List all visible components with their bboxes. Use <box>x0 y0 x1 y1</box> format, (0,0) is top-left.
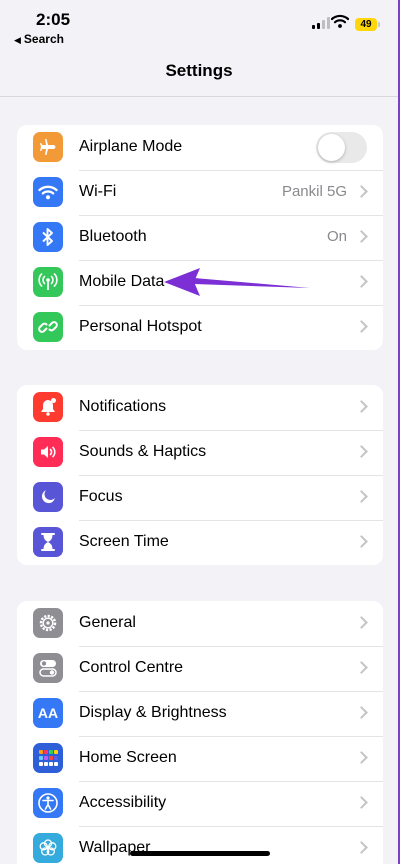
row-label: Airplane Mode <box>79 138 183 155</box>
chevron-right-icon <box>355 400 368 413</box>
bell-icon <box>33 392 63 422</box>
row-label: Mobile Data <box>79 273 165 290</box>
settings-row-focus[interactable]: Focus <box>17 475 383 520</box>
bluetooth-status-value: On <box>326 228 347 245</box>
back-to-search-link[interactable]: ◀ Search <box>14 32 64 46</box>
row-label: Home Screen <box>79 749 177 766</box>
wifi-status-icon <box>331 14 349 28</box>
row-label: Sounds & Haptics <box>79 443 207 460</box>
chevron-right-icon <box>355 661 368 674</box>
general-group: General Control Centre AA Display & Brig… <box>17 601 383 864</box>
settings-row-accessibility[interactable]: Accessibility <box>17 781 383 826</box>
annotation-arrow-icon <box>164 268 310 296</box>
back-label: Search <box>23 32 64 46</box>
bluetooth-icon <box>33 222 63 252</box>
settings-row-wifi[interactable]: Wi-Fi Pankil 5G <box>17 170 383 215</box>
battery-icon: 49 <box>355 18 380 31</box>
chevron-right-icon <box>355 751 368 764</box>
settings-row-screen-time[interactable]: Screen Time <box>17 520 383 565</box>
chevron-right-icon <box>355 616 368 629</box>
row-label: Wi-Fi <box>79 183 117 200</box>
hourglass-icon <box>33 527 63 557</box>
settings-row-personal-hotspot[interactable]: Personal Hotspot <box>17 305 383 350</box>
settings-screen: 2:05 ◀Search 49 Settings Airplane Mode <box>0 0 400 864</box>
chevron-right-icon <box>355 185 368 198</box>
header-divider <box>0 96 398 97</box>
toggle-knob <box>318 134 345 161</box>
settings-row-wallpaper[interactable]: Wallpaper <box>17 826 383 864</box>
settings-row-sounds-haptics[interactable]: Sounds & Haptics <box>17 430 383 475</box>
battery-level: 49 <box>360 19 372 30</box>
chevron-right-icon <box>355 320 368 333</box>
notifications-group: Notifications Sounds & Haptics Focus Scr… <box>17 385 383 565</box>
airplane-mode-toggle[interactable] <box>316 132 367 163</box>
app-grid-icon <box>33 743 63 773</box>
status-time: 2:05 <box>36 10 71 29</box>
connectivity-group: Airplane Mode Wi-Fi Pankil 5G Bluetooth … <box>17 125 383 350</box>
switches-icon <box>33 653 63 683</box>
text-size-icon: AA <box>33 698 63 728</box>
settings-row-airplane-mode[interactable]: Airplane Mode <box>17 125 383 170</box>
row-label: Control Centre <box>79 659 184 676</box>
settings-row-control-centre[interactable]: Control Centre <box>17 646 383 691</box>
row-label: Focus <box>79 488 123 505</box>
gear-icon <box>33 608 63 638</box>
row-label: Display & Brightness <box>79 704 227 721</box>
airplane-icon <box>33 132 63 162</box>
accessibility-icon <box>33 788 63 818</box>
settings-row-display-brightness[interactable]: AA Display & Brightness <box>17 691 383 736</box>
row-label: Accessibility <box>79 794 167 811</box>
cellular-signal-icon <box>312 17 330 29</box>
row-label: Personal Hotspot <box>79 318 202 335</box>
moon-icon <box>33 482 63 512</box>
chevron-right-icon <box>355 275 368 288</box>
settings-row-home-screen[interactable]: Home Screen <box>17 736 383 781</box>
wifi-network-value: Pankil 5G <box>281 183 347 200</box>
chevron-right-icon <box>355 490 368 503</box>
text-size-glyph: AA <box>37 705 59 721</box>
chevron-right-icon <box>355 535 368 548</box>
flower-icon <box>33 833 63 863</box>
chevron-right-icon <box>355 706 368 719</box>
chevron-right-icon <box>355 796 368 809</box>
page-title: Settings <box>165 61 233 80</box>
home-indicator <box>130 851 270 856</box>
settings-row-general[interactable]: General <box>17 601 383 646</box>
settings-row-bluetooth[interactable]: Bluetooth On <box>17 215 383 260</box>
settings-row-notifications[interactable]: Notifications <box>17 385 383 430</box>
antenna-icon <box>33 267 63 297</box>
wifi-icon <box>33 177 63 207</box>
row-label: Screen Time <box>79 533 169 550</box>
speaker-icon <box>33 437 63 467</box>
row-label: Bluetooth <box>79 228 147 245</box>
row-label: Notifications <box>79 398 167 415</box>
back-arrow-icon: ◀ <box>14 35 21 45</box>
row-label: General <box>79 614 136 631</box>
link-icon <box>33 312 63 342</box>
status-bar: 2:05 ◀ Search 49 <box>0 0 398 52</box>
chevron-right-icon <box>355 841 368 854</box>
chevron-right-icon <box>355 445 368 458</box>
chevron-right-icon <box>355 230 368 243</box>
